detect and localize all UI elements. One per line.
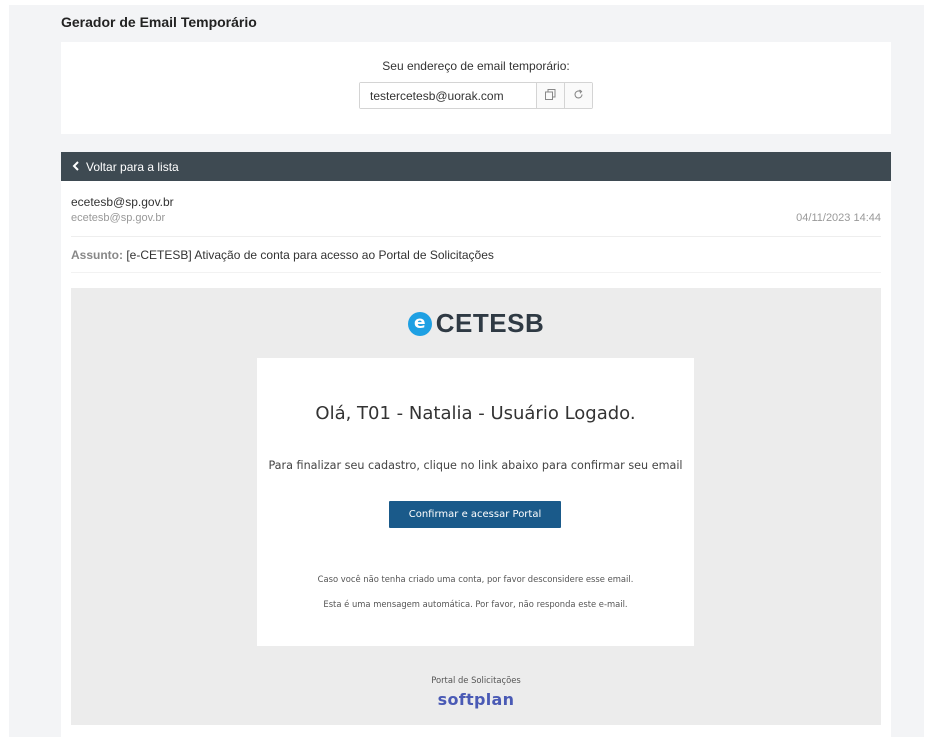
app-title: Gerador de Email Temporário xyxy=(61,14,257,30)
email-body: e CETESB Olá, T01 - Natalia - Usuário Lo… xyxy=(71,288,881,725)
address-input-group xyxy=(359,82,593,109)
back-link-label: Voltar para a lista xyxy=(86,159,179,174)
address-label: Seu endereço de email temporário: xyxy=(382,59,570,73)
disclaimer-text: Caso você não tenha criado uma conta, po… xyxy=(317,574,634,584)
refresh-icon xyxy=(573,89,584,103)
message-date: 04/11/2023 14:44 xyxy=(796,212,881,224)
brand-logo-mark: e xyxy=(407,311,432,336)
divider xyxy=(71,236,881,237)
message-panel: ecetesb@sp.gov.br ecetesb@sp.gov.br 04/1… xyxy=(61,181,891,737)
message-header-bar: Voltar para a lista xyxy=(61,152,891,181)
greeting-heading: Olá, T01 - Natalia - Usuário Logado. xyxy=(315,403,636,424)
instruction-text: Para finalizar seu cadastro, clique no l… xyxy=(268,459,683,472)
refresh-button[interactable] xyxy=(564,83,592,108)
footer-portal-label: Portal de Solicitações xyxy=(431,675,521,685)
softplan-logo: softplan xyxy=(437,690,515,709)
back-to-list-link[interactable]: Voltar para a lista xyxy=(72,160,179,174)
divider xyxy=(71,272,881,273)
email-card: Olá, T01 - Natalia - Usuário Logado. Par… xyxy=(257,358,694,646)
chevron-left-icon xyxy=(72,160,80,173)
copy-button[interactable] xyxy=(536,83,564,108)
sender-email: ecetesb@sp.gov.br xyxy=(71,212,166,224)
subject-label: Assunto: xyxy=(71,248,123,262)
confirm-access-button[interactable]: Confirmar e acessar Portal xyxy=(389,501,561,528)
subject-line: Assunto: [e-CETESB] Ativação de conta pa… xyxy=(71,248,494,262)
auto-message-text: Esta é uma mensagem automática. Por favo… xyxy=(323,599,628,609)
subject-text: [e-CETESB] Ativação de conta para acesso… xyxy=(126,248,494,262)
address-panel: Seu endereço de email temporário: xyxy=(61,42,891,134)
email-address-field[interactable] xyxy=(360,83,536,108)
copy-icon xyxy=(545,88,556,103)
sender-name: ecetesb@sp.gov.br xyxy=(71,195,174,209)
cetesb-logo: e CETESB xyxy=(71,308,881,339)
brand-name: CETESB xyxy=(435,308,545,338)
